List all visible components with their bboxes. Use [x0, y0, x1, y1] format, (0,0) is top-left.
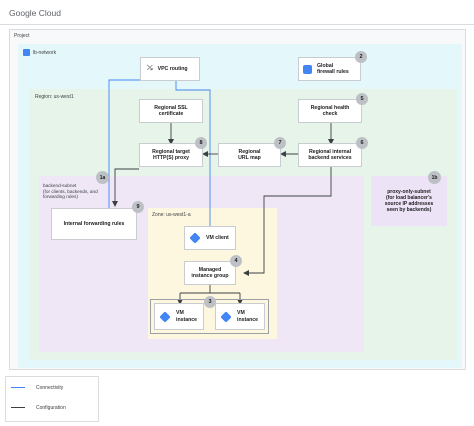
- badge-forwarding-rules: 9: [132, 201, 144, 213]
- badge-url-map: 7: [274, 137, 286, 149]
- badge-target-proxy: 8: [195, 137, 207, 149]
- badge-mig: 4: [230, 255, 242, 267]
- health-check-node[interactable]: Regional health check: [298, 99, 362, 123]
- routing-icon: ⤯: [147, 64, 153, 72]
- backend-services-node[interactable]: Regional internal backend services: [298, 143, 362, 167]
- config-line-backend-to-mig: [243, 166, 332, 276]
- compute-engine-icon: [159, 310, 171, 323]
- firewall-node[interactable]: Global firewall rules: [298, 57, 361, 81]
- vpc-routing-node[interactable]: ⤯ VPC routing: [140, 57, 200, 81]
- badge-firewall: 2: [355, 51, 367, 63]
- ssl-certificate-node[interactable]: Regional SSL certificate: [139, 99, 203, 123]
- compute-engine-icon: [220, 310, 232, 323]
- target-proxy-node[interactable]: Regional target HTTP(S) proxy: [139, 143, 203, 167]
- forwarding-rules-node[interactable]: Internal forwarding rules: [51, 208, 137, 240]
- vm-instance-2[interactable]: VM instance: [215, 303, 265, 330]
- vm-instance-1-label: VM instance: [176, 310, 198, 323]
- vm-client-node[interactable]: VM client: [184, 226, 236, 250]
- firewall-icon: [303, 64, 312, 74]
- vm-instance-2-label: VM instance: [237, 310, 259, 323]
- legend-configuration-label: Configuration: [36, 405, 66, 411]
- vm-instance-1[interactable]: VM instance: [154, 303, 204, 330]
- compute-engine-icon: [189, 232, 201, 244]
- badge-vms: 3: [204, 296, 216, 308]
- badge-subnet-1a: 1a: [96, 171, 109, 184]
- legend-configuration-swatch: [11, 407, 25, 409]
- connectivity-line-vpc-to-forwarding: [108, 79, 140, 208]
- badge-subnet-1b: 1b: [428, 171, 441, 184]
- badge-backend-services: 6: [356, 137, 368, 149]
- legend-box: [5, 376, 99, 422]
- legend-connectivity-label: Connectivity: [36, 385, 64, 391]
- legend-connectivity-swatch: [11, 387, 25, 389]
- firewall-label: Global firewall rules: [317, 62, 349, 76]
- mig-node[interactable]: Managed instance group: [184, 261, 236, 285]
- vpc-routing-label: VPC routing: [157, 65, 188, 72]
- vm-client-label: VM client: [206, 234, 229, 241]
- url-map-node[interactable]: Regional URL map: [218, 143, 281, 167]
- badge-health-check: 5: [356, 93, 368, 105]
